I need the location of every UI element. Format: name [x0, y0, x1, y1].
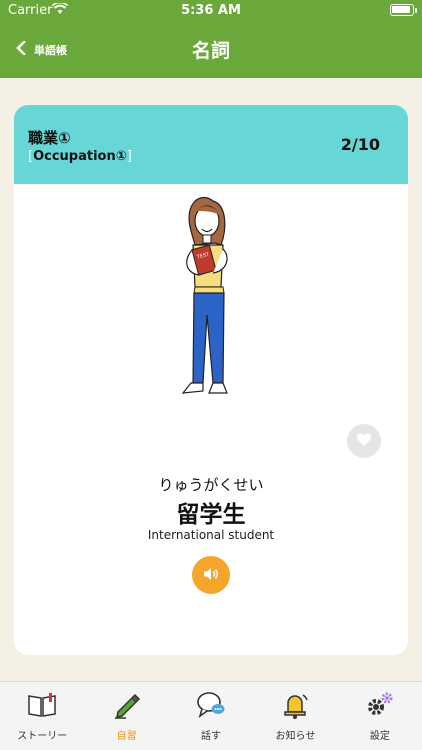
- category-en: Occupation①: [33, 149, 127, 164]
- speaker-icon: [203, 566, 219, 585]
- chat-icon: [196, 690, 226, 720]
- tab-settings[interactable]: 設定: [338, 682, 422, 750]
- book-icon: [27, 690, 57, 720]
- student-illustration: TEST: [169, 193, 249, 403]
- page-title: 名詞: [191, 40, 230, 62]
- play-audio-button[interactable]: [192, 556, 230, 594]
- tab-story[interactable]: ストーリー: [0, 682, 84, 750]
- vocab-card: 職業① [Occupation①] 2/10 TEST りゅうがくせい 留学生 …: [14, 105, 408, 655]
- tab-speak[interactable]: 話す: [169, 682, 253, 750]
- word-reading: りゅうがくせい: [158, 476, 264, 494]
- word-meaning: International student: [147, 528, 275, 542]
- tab-self-study[interactable]: 自習: [84, 682, 168, 750]
- category-en-line: [Occupation①]: [28, 149, 132, 164]
- favorite-button[interactable]: [347, 424, 381, 458]
- card-counter: 2/10: [340, 135, 380, 154]
- word-kanji: 留学生: [176, 502, 246, 528]
- tab-bar: ストーリー 自習 話す お知らせ 設定: [0, 681, 422, 750]
- card-header: 職業① [Occupation①] 2/10: [14, 105, 408, 184]
- status-time: 5:36 AM: [181, 3, 241, 18]
- header: Carrier 5:36 AM 単語帳 名詞: [0, 0, 422, 78]
- tab-news-label: お知らせ: [275, 731, 316, 742]
- gear-icon: [365, 690, 395, 720]
- bell-icon: [280, 690, 310, 720]
- status-bar: Carrier 5:36 AM: [0, 0, 422, 22]
- tab-news[interactable]: お知らせ: [253, 682, 337, 750]
- tab-speak-label: 話す: [201, 731, 222, 742]
- nav-bar: 単語帳 名詞: [0, 30, 422, 70]
- tab-self-study-label: 自習: [116, 731, 137, 742]
- tab-story-label: ストーリー: [17, 731, 68, 742]
- category-jp: 職業①: [28, 129, 71, 147]
- tab-settings-label: 設定: [369, 731, 390, 742]
- heart-icon: [356, 432, 372, 451]
- battery-icon: [390, 4, 414, 16]
- pencil-icon: [112, 690, 142, 720]
